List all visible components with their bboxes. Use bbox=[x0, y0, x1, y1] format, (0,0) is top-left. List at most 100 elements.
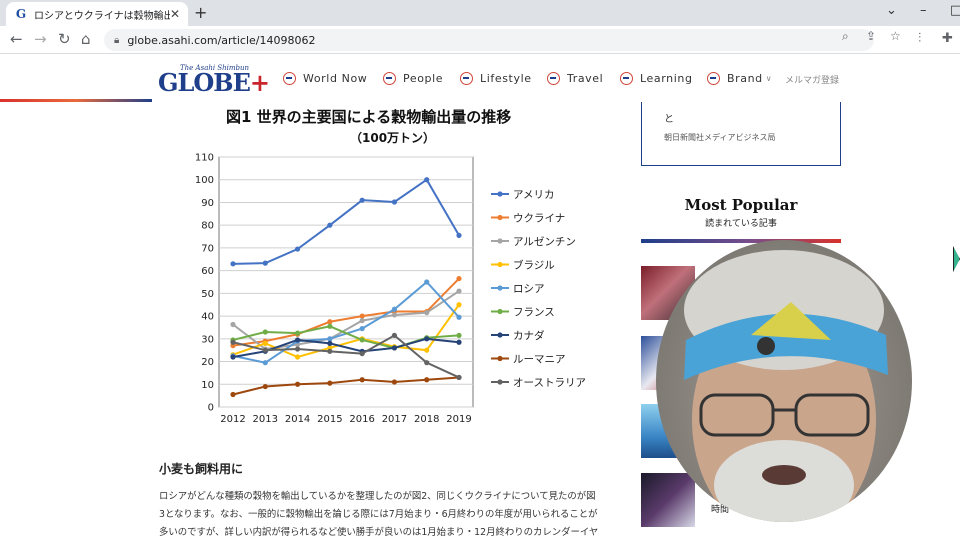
y-tick-label: 40 bbox=[201, 312, 214, 323]
series-point bbox=[456, 232, 462, 239]
series-point bbox=[294, 330, 301, 336]
sidebar-box-text: と bbox=[664, 114, 674, 125]
x-tick-label: 2014 bbox=[285, 414, 310, 425]
learning-icon bbox=[620, 72, 633, 85]
legend-marker bbox=[497, 238, 503, 244]
x-tick-label: 2017 bbox=[382, 414, 407, 425]
series-point bbox=[230, 321, 236, 328]
series-point bbox=[294, 346, 301, 352]
popular-article-thumbnail[interactable] bbox=[641, 473, 695, 527]
series-point bbox=[391, 199, 398, 205]
browser-toolbar: ← → ↻ ⌂ 🔒︎ globe.asahi.com/article/14098… bbox=[0, 26, 960, 54]
series-point bbox=[359, 350, 365, 357]
series-point bbox=[262, 329, 268, 335]
series-point bbox=[456, 332, 462, 339]
series-point bbox=[359, 325, 365, 332]
sidebar-info-box: と 朝日新聞社メディアビジネス局 bbox=[641, 102, 841, 166]
nav-people[interactable]: People bbox=[383, 72, 443, 85]
y-tick-label: 70 bbox=[201, 243, 214, 254]
legend-marker bbox=[497, 261, 503, 268]
nav-label: Lifestyle bbox=[480, 72, 532, 85]
series-point bbox=[359, 377, 365, 383]
nav-label: World Now bbox=[303, 72, 368, 85]
series-point bbox=[424, 177, 430, 183]
legend-marker bbox=[497, 214, 503, 221]
nav-learning[interactable]: Learning bbox=[620, 72, 693, 85]
maximize-icon[interactable]: □ bbox=[950, 3, 960, 18]
new-tab-button[interactable]: + bbox=[194, 3, 207, 22]
nav-brand[interactable]: Brand ∨ bbox=[707, 72, 772, 85]
series-point bbox=[294, 381, 301, 387]
nav-world-now[interactable]: World Now bbox=[283, 72, 367, 85]
series-point bbox=[327, 319, 333, 325]
legend-label: ウクライナ bbox=[513, 213, 565, 225]
nav-label: Learning bbox=[640, 72, 693, 85]
lifestyle-icon bbox=[460, 72, 473, 85]
series-point bbox=[230, 391, 236, 398]
world-now-icon bbox=[283, 72, 296, 85]
back-arrow-icon[interactable]: ← bbox=[10, 30, 23, 48]
nav-travel[interactable]: Travel bbox=[547, 72, 603, 85]
series-point bbox=[327, 348, 333, 354]
header-accent-bar bbox=[0, 99, 152, 102]
tab-title: ロシアとウクライナは穀物輸出の好敵 bbox=[34, 10, 170, 22]
series-point bbox=[230, 261, 236, 267]
legend-label: ブラジル bbox=[513, 259, 555, 272]
newsletter-link[interactable]: メルマガ登録 bbox=[785, 73, 839, 86]
side-panel-arrow-icon[interactable] bbox=[953, 246, 960, 272]
legend-marker bbox=[497, 308, 503, 315]
minimize-icon[interactable]: – bbox=[920, 3, 927, 18]
url-text[interactable]: globe.asahi.com/article/14098062 bbox=[127, 34, 315, 47]
series-point bbox=[456, 374, 462, 381]
x-tick-label: 2013 bbox=[253, 414, 278, 425]
forward-arrow-icon[interactable]: → bbox=[34, 30, 47, 48]
y-tick-label: 80 bbox=[201, 221, 214, 232]
extension-sliders-icon[interactable]: ⫶ bbox=[918, 31, 921, 46]
y-tick-label: 30 bbox=[201, 334, 214, 345]
site-favicon-icon: G bbox=[14, 7, 28, 21]
globe-plus-logo[interactable]: The Asahi Shimbun GLOBE+ bbox=[158, 62, 270, 98]
x-tick-label: 2012 bbox=[220, 414, 245, 425]
series-point bbox=[424, 377, 430, 383]
series-point bbox=[359, 318, 365, 324]
x-tick-label: 2016 bbox=[349, 414, 374, 425]
address-bar[interactable]: 🔒︎ globe.asahi.com/article/14098062 bbox=[104, 29, 874, 51]
share-icon[interactable]: ⇪ bbox=[866, 29, 876, 43]
lock-icon: 🔒︎ bbox=[114, 34, 120, 46]
brand-icon bbox=[707, 72, 720, 85]
article-paragraph-line: 3となります。なお、一般的に穀物輸出を論じる際には7月始まり・6月終わりの年度が… bbox=[159, 509, 598, 520]
y-tick-label: 10 bbox=[201, 380, 214, 391]
series-point bbox=[456, 314, 462, 320]
legend-label: アルゼンチン bbox=[513, 236, 576, 248]
series-point bbox=[327, 336, 333, 342]
series-point bbox=[327, 323, 333, 329]
series-point bbox=[262, 360, 268, 366]
most-popular-subheading: 読まれている記事 bbox=[705, 219, 777, 229]
travel-icon bbox=[547, 72, 560, 85]
series-point bbox=[456, 288, 462, 294]
legend-label: フランス bbox=[513, 307, 555, 319]
series-point bbox=[262, 383, 268, 390]
logo-wordmark: GLOBE+ bbox=[158, 68, 270, 97]
reload-icon[interactable]: ↻ bbox=[58, 30, 71, 48]
x-tick-label: 2015 bbox=[317, 414, 342, 425]
tab-search-chevron-icon[interactable]: ⌄ bbox=[886, 3, 897, 18]
grain-export-line-chart: 0 10 20 30 40 50 60 70 80 90 100 110 2012 2013 2014 201… bbox=[195, 153, 586, 426]
series-point bbox=[262, 260, 268, 266]
tab-close-icon[interactable]: ✕ bbox=[170, 7, 180, 21]
zoom-magnifier-icon[interactable]: ⌕ bbox=[842, 29, 849, 44]
extensions-puzzle-icon[interactable]: ✚ bbox=[942, 31, 953, 46]
series-point bbox=[230, 354, 236, 360]
sidebar-box-org: 朝日新聞社メディアビジネス局 bbox=[664, 133, 776, 142]
series-point bbox=[230, 339, 236, 345]
series-point bbox=[391, 312, 398, 318]
y-tick-label: 60 bbox=[201, 266, 214, 277]
browser-tab[interactable]: G ロシアとウクライナは穀物輸出の好敵 ✕ bbox=[6, 2, 188, 26]
y-tick-label: 50 bbox=[201, 289, 214, 300]
bookmark-star-icon[interactable]: ☆ bbox=[890, 29, 901, 43]
series-point bbox=[359, 337, 365, 343]
nav-label: Brand bbox=[727, 72, 763, 85]
series-point bbox=[456, 339, 462, 345]
home-icon[interactable]: ⌂ bbox=[81, 30, 91, 48]
nav-lifestyle[interactable]: Lifestyle bbox=[460, 72, 532, 85]
